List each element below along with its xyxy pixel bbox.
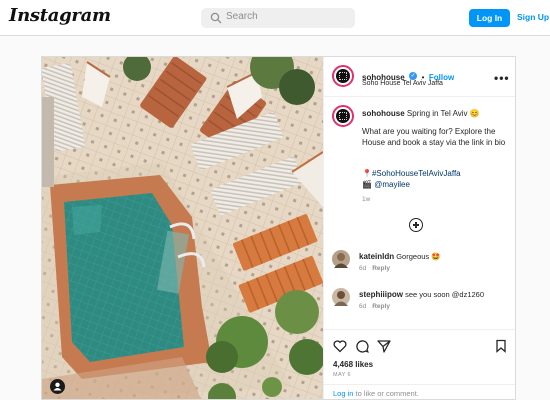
post-photo[interactable] — [42, 57, 323, 399]
caption-avatar[interactable] — [332, 105, 354, 127]
caption-age: 1w — [362, 196, 371, 203]
login-to-comment: Log in to like or comment. — [324, 384, 515, 399]
login-suffix: to like or comment. — [353, 389, 419, 398]
post-date: MAY 6 — [333, 372, 351, 378]
share-icon[interactable] — [377, 339, 391, 353]
comment-username[interactable]: stephiiipow — [359, 290, 403, 299]
login-link[interactable]: Log in — [333, 389, 353, 398]
caption-hashtag-line: 📍#SohoHouseTelAvivJaffa — [362, 169, 461, 180]
comment-age: 6d — [359, 303, 367, 310]
caption-mention-line: 🎬 @mayilee — [362, 180, 410, 191]
bookmark-icon[interactable] — [494, 339, 508, 353]
comment-text-line: kateinldn Gorgeous 🤩 — [359, 252, 441, 261]
like-count[interactable]: 4,468 likes — [333, 360, 373, 369]
heart-icon[interactable] — [333, 339, 347, 353]
pool-photo-illustration — [42, 57, 323, 399]
add-comment-icon[interactable] — [409, 218, 423, 232]
instagram-logo[interactable]: Instagram — [9, 5, 111, 26]
comment-text-line: stephiiipow see you soon @dz1260 — [359, 290, 484, 299]
mention-link[interactable]: @mayilee — [374, 180, 410, 189]
post-location[interactable]: Soho House Tel Aviv Jaffa — [362, 80, 443, 87]
caption-first-line: Spring in Tel Aviv 😊 — [406, 109, 480, 118]
caption-line: sohohouse Spring in Tel Aviv 😊 — [362, 109, 480, 118]
post-sidebar: sohohouse ✓ • Follow Soho House Tel Aviv… — [323, 57, 515, 399]
top-nav-bar: Instagram Search Log In Sign Up — [0, 0, 550, 36]
comment-avatar[interactable] — [332, 250, 350, 268]
verified-badge-icon: ✓ — [409, 71, 418, 80]
caption-body: What are you waiting for? Explore the Ho… — [362, 127, 506, 147]
search-icon — [210, 12, 222, 24]
search-box[interactable]: Search — [201, 8, 355, 28]
post-card: sohohouse ✓ • Follow Soho House Tel Aviv… — [41, 56, 516, 400]
reply-button[interactable]: Reply — [372, 265, 390, 272]
comment-age: 6d — [359, 265, 367, 272]
comment-username[interactable]: kateinldn — [359, 252, 394, 261]
clapper-emoji-icon: 🎬 — [362, 180, 372, 189]
author-avatar[interactable] — [332, 65, 354, 87]
comment-icon[interactable] — [355, 339, 369, 353]
more-options-icon[interactable]: ••• — [494, 71, 510, 85]
reply-button[interactable]: Reply — [372, 303, 390, 310]
post-actions: 4,468 likes MAY 6 Log in to like or comm… — [324, 329, 515, 399]
comment-text: Gorgeous 🤩 — [396, 252, 441, 261]
comment-meta: 6d Reply — [359, 303, 390, 310]
signup-link[interactable]: Sign Up — [517, 12, 549, 22]
comment-text: see you soon @dz1260 — [405, 290, 485, 299]
comment-avatar[interactable] — [332, 288, 350, 306]
hashtag-link[interactable]: #SohoHouseTelAvivJaffa — [372, 169, 461, 178]
post-header: sohohouse ✓ • Follow Soho House Tel Aviv… — [324, 57, 515, 97]
user-tag-icon[interactable] — [50, 379, 65, 394]
login-button[interactable]: Log In — [469, 9, 510, 27]
caption-username[interactable]: sohohouse — [362, 109, 405, 118]
pin-emoji-icon: 📍 — [362, 169, 372, 178]
comment-meta: 6d Reply — [359, 265, 390, 272]
search-input[interactable]: Search — [226, 11, 258, 22]
